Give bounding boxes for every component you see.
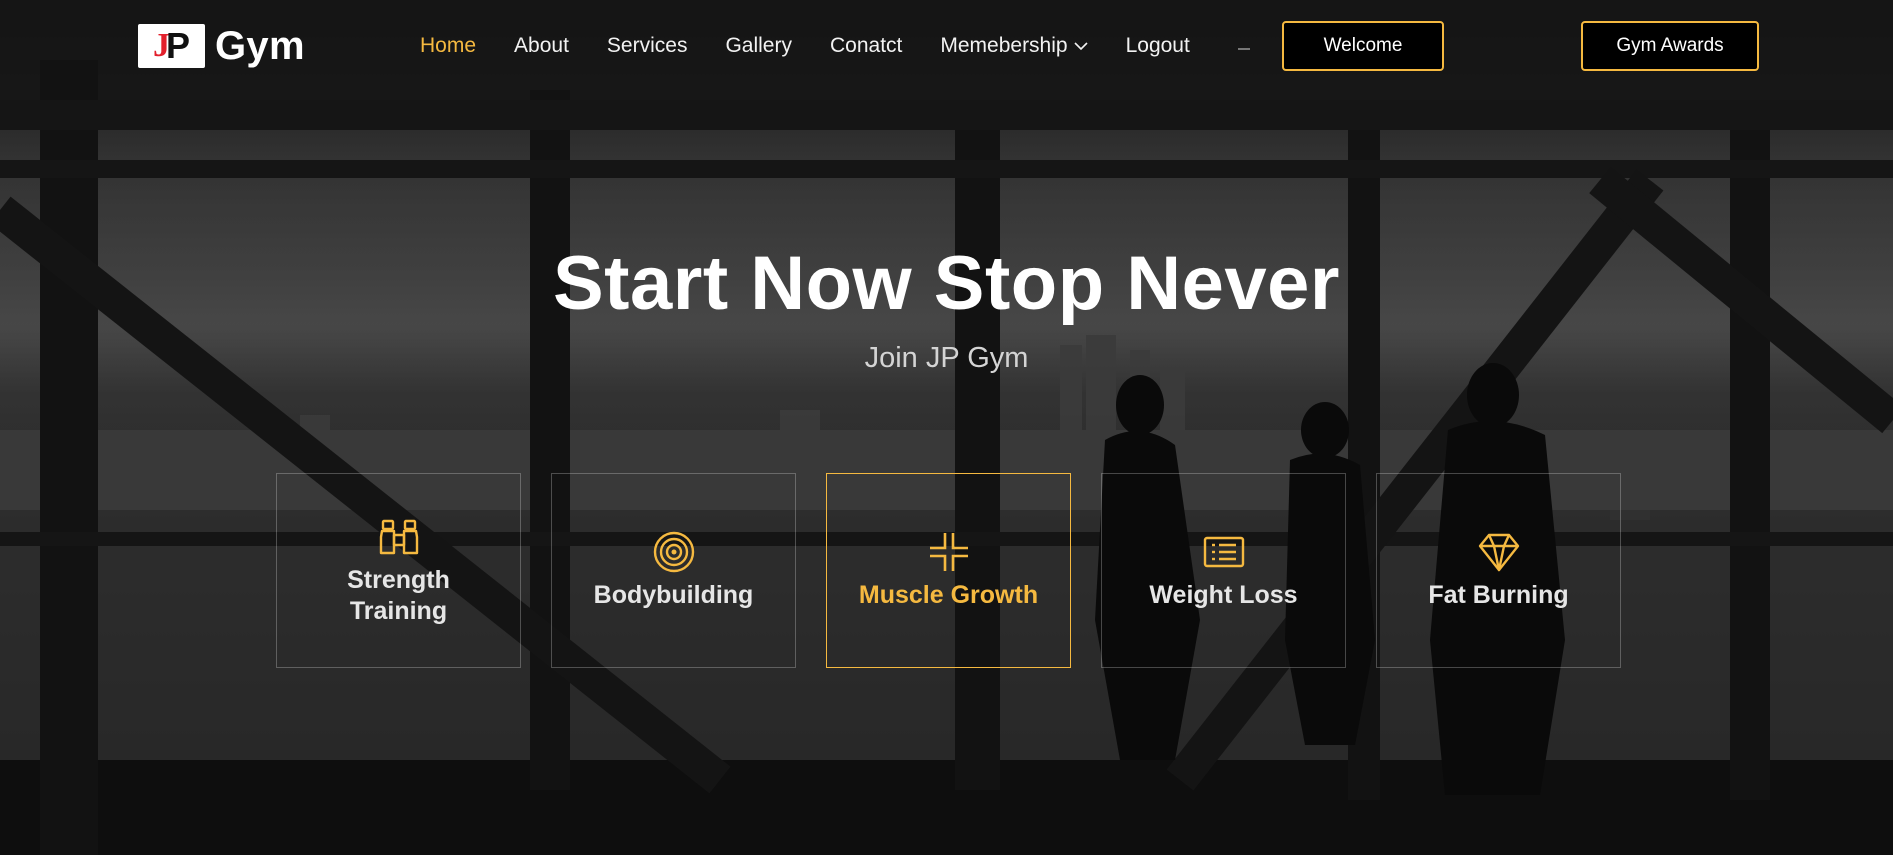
feature-label: Strength Training: [347, 565, 450, 625]
feature-label: Fat Burning: [1428, 581, 1569, 609]
feature-card-weight-loss[interactable]: Weight Loss: [1101, 473, 1346, 668]
nav-item-contact[interactable]: Conatct: [830, 34, 902, 58]
feature-label: Weight Loss: [1149, 581, 1298, 609]
list-icon: [1203, 536, 1244, 568]
feature-label: Bodybuilding: [593, 581, 754, 609]
site-header: JP Gym Home About Services Gallery Conat…: [0, 0, 1893, 92]
nav-item-membership-label: Memebership: [940, 34, 1068, 57]
nav-item-about[interactable]: About: [514, 34, 569, 58]
jp-logo-icon: JP: [138, 24, 205, 68]
main-nav: Home About Services Gallery Conatct Meme…: [420, 0, 1228, 92]
feature-card-muscle-growth[interactable]: Muscle Growth: [826, 473, 1071, 668]
diamond-icon: [1478, 533, 1519, 572]
chevron-down-icon: [1074, 42, 1088, 51]
nav-item-services[interactable]: Services: [607, 34, 688, 58]
hero-subtitle: Join JP Gym: [864, 342, 1029, 374]
gym-awards-button[interactable]: Gym Awards: [1581, 21, 1759, 71]
hero-background-image: [0, 0, 1893, 855]
feature-label: Muscle Growth: [858, 581, 1039, 609]
nav-item-membership[interactable]: Memebership: [940, 34, 1088, 58]
binoculars-icon: [379, 519, 418, 554]
welcome-button[interactable]: Welcome: [1282, 21, 1444, 71]
feature-card-bodybuilding[interactable]: Bodybuilding: [551, 473, 796, 668]
nav-divider: [1238, 48, 1250, 50]
brand-name: Gym: [215, 23, 305, 68]
nav-item-logout[interactable]: Logout: [1126, 34, 1190, 58]
target-icon: [653, 531, 694, 573]
hero-title: Start Now Stop Never: [552, 241, 1341, 326]
collapse-icon: [929, 533, 968, 571]
nav-item-gallery[interactable]: Gallery: [725, 34, 792, 58]
feature-cards: Strength Training Bodybuilding Muscle Gr…: [276, 473, 1621, 668]
logo-letter-p: P: [165, 25, 190, 66]
feature-card-strength-training[interactable]: Strength Training: [276, 473, 521, 668]
feature-card-fat-burning[interactable]: Fat Burning: [1376, 473, 1621, 668]
brand-logo[interactable]: JP Gym: [138, 24, 305, 68]
logo-letter-j: J: [152, 27, 170, 64]
nav-item-home[interactable]: Home: [420, 34, 476, 58]
